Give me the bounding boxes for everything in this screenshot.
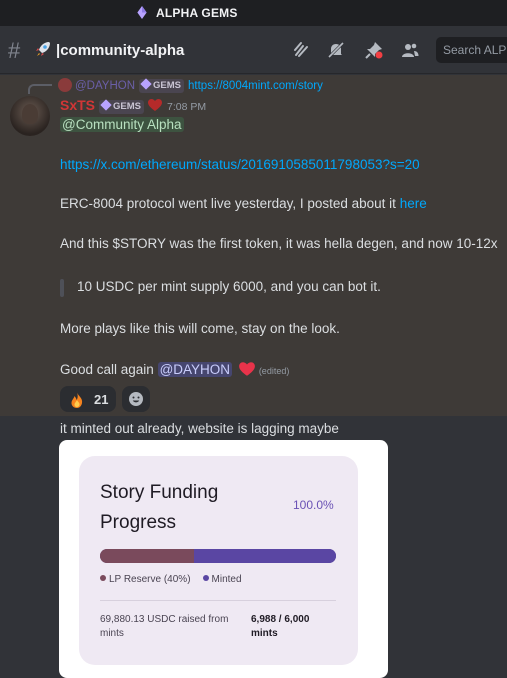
legend: LP Reserve (40%) Minted xyxy=(100,574,242,585)
gem-icon xyxy=(140,78,152,90)
raised-amount: 69,880.13 USDC raised from mints xyxy=(100,614,229,639)
edited-marker: (edited) xyxy=(258,366,290,376)
member-list-icon[interactable] xyxy=(400,40,420,60)
rocket-icon xyxy=(36,42,50,56)
here-link[interactable]: here xyxy=(400,196,427,211)
progress-bar xyxy=(100,549,336,563)
author-name[interactable]: SxTS xyxy=(60,97,95,113)
percent-label: 100.0% xyxy=(293,498,334,512)
fire-icon xyxy=(71,392,83,408)
timestamp: 7:08 PM xyxy=(167,101,207,113)
server-bar: ALPHA GEMS xyxy=(0,0,507,26)
user-mention[interactable]: @DAYHON xyxy=(157,362,233,377)
search-placeholder: Search ALP xyxy=(443,43,507,57)
gem-icon xyxy=(137,6,147,19)
channel-name: |community-alpha xyxy=(56,42,185,59)
reply-connector xyxy=(28,84,52,94)
message-line: More plays like this will come, stay on … xyxy=(60,321,340,336)
server-tag-label: GEMS xyxy=(113,101,141,112)
smiley-icon xyxy=(128,391,144,412)
reply-preview[interactable]: @DAYHON GEMS https://8004mint.com/story xyxy=(58,78,323,94)
role-mention[interactable]: @Community Alpha xyxy=(60,117,184,132)
threads-icon[interactable] xyxy=(292,40,312,60)
message-text: ERC-8004 protocol went live yesterday, I… xyxy=(60,196,400,211)
minted-count: 6,988 / 6,000 mints xyxy=(251,614,310,639)
message-header: SxTS GEMS 7:08 PM xyxy=(60,97,206,115)
blockquote-bar xyxy=(60,279,64,297)
legend-lp: LP Reserve (40%) xyxy=(109,574,191,585)
blockquote-text: 10 USDC per mint supply 6000, and you ca… xyxy=(77,279,381,294)
pinned-messages-icon[interactable] xyxy=(364,40,384,60)
gem-icon xyxy=(100,99,112,111)
image-attachment[interactable]: Story Funding Progress 100.0% LP Reserve… xyxy=(59,440,388,678)
card-title: Story Funding Progress xyxy=(100,482,219,533)
minted-segment xyxy=(194,549,336,563)
heart-icon xyxy=(238,362,255,376)
legend-minted: Minted xyxy=(211,574,242,585)
minted-dot xyxy=(202,575,209,581)
hashtag-icon: # xyxy=(8,38,21,63)
server-tag: GEMS xyxy=(99,99,144,114)
server-name[interactable]: ALPHA GEMS xyxy=(156,6,238,20)
message-line: @Community Alpha xyxy=(60,117,184,132)
heart-icon xyxy=(148,99,162,111)
tweet-link[interactable]: https://x.com/ethereum/status/2016910585… xyxy=(60,157,420,172)
message-line: And this $STORY was the first token, it … xyxy=(60,236,498,251)
fire-reaction[interactable]: 21 xyxy=(60,386,116,412)
funding-progress-card: Story Funding Progress 100.0% LP Reserve… xyxy=(79,456,358,665)
add-reaction-button[interactable] xyxy=(122,386,150,412)
message-line: Good call again @DAYHON (edited) xyxy=(60,361,289,377)
message-line: https://x.com/ethereum/status/2016910585… xyxy=(60,157,420,172)
reply-tag-label: GEMS xyxy=(153,80,182,91)
search-input[interactable]: Search ALP xyxy=(436,37,507,63)
reply-avatar xyxy=(58,78,72,92)
channel-header: # |community-alpha Search ALP xyxy=(0,26,507,74)
lp-reserve-dot xyxy=(100,575,106,581)
message-text: Good call again xyxy=(60,362,158,377)
divider xyxy=(100,600,336,601)
reply-author[interactable]: @DAYHON xyxy=(75,80,135,92)
reply-url[interactable]: https://8004mint.com/story xyxy=(188,80,323,92)
message-text: it minted out already, website is laggin… xyxy=(60,421,339,436)
message-line: ERC-8004 protocol went live yesterday, I… xyxy=(60,196,427,211)
notification-muted-icon[interactable] xyxy=(326,40,346,60)
reply-server-tag: GEMS xyxy=(139,78,185,93)
avatar[interactable] xyxy=(10,96,50,136)
reaction-count: 21 xyxy=(94,392,109,407)
lp-reserve-segment xyxy=(100,549,195,563)
